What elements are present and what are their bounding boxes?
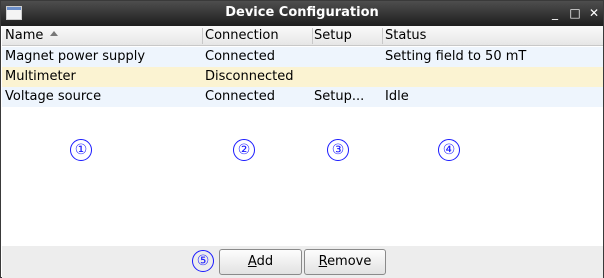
column-header-name[interactable]: Name — [5, 28, 59, 43]
connection-status[interactable]: Connected — [205, 89, 275, 104]
device-name: Magnet power supply — [5, 49, 146, 64]
button-bar: ⑤ Add Remove — [2, 246, 603, 278]
device-configuration-window: Device Configuration _ □ ✕ Name Connecti… — [0, 0, 604, 278]
column-header-status[interactable]: Status — [385, 28, 426, 43]
callout-marker-3: ③ — [327, 139, 349, 161]
minimize-icon[interactable]: _ — [547, 5, 563, 21]
table-row[interactable]: Voltage source Connected Setup... Idle — [2, 87, 603, 107]
connection-status[interactable]: Connected — [205, 49, 275, 64]
remove-button[interactable]: Remove — [304, 249, 386, 275]
column-header-connection[interactable]: Connection — [205, 28, 279, 43]
callout-marker-1: ① — [70, 139, 92, 161]
callout-marker-5: ⑤ — [192, 250, 214, 272]
maximize-icon[interactable]: □ — [567, 5, 583, 21]
table-header: Name Connection Setup Status — [2, 26, 603, 46]
device-table: Name Connection Setup Status Magnet powe… — [2, 26, 603, 246]
table-row[interactable]: Multimeter Disconnected — [2, 67, 603, 87]
setup-button[interactable]: Setup... — [314, 89, 364, 104]
add-button[interactable]: Add — [219, 249, 302, 275]
connection-status[interactable]: Disconnected — [205, 69, 293, 84]
window-title: Device Configuration — [225, 5, 379, 20]
device-status: Idle — [385, 89, 409, 104]
column-divider[interactable] — [312, 28, 313, 44]
device-name: Multimeter — [5, 69, 76, 84]
close-icon[interactable]: ✕ — [586, 5, 602, 21]
column-divider[interactable] — [382, 28, 383, 44]
table-row[interactable]: Magnet power supply Connected Setting fi… — [2, 47, 603, 67]
column-divider[interactable] — [202, 28, 203, 44]
device-status: Setting field to 50 mT — [385, 49, 527, 64]
title-bar[interactable]: Device Configuration _ □ ✕ — [1, 1, 603, 26]
column-header-setup[interactable]: Setup — [314, 28, 352, 43]
sort-ascending-icon — [50, 31, 59, 36]
callout-marker-4: ④ — [438, 139, 460, 161]
device-name: Voltage source — [5, 89, 102, 104]
callout-marker-2: ② — [233, 139, 255, 161]
